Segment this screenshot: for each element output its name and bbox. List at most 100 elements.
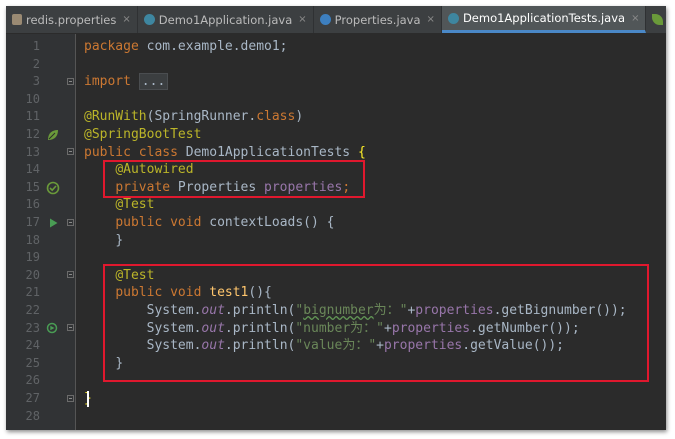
field-name: properties bbox=[383, 338, 463, 354]
line-number: 14 bbox=[25, 162, 40, 177]
code-line-22[interactable]: System.out.println("bignumber为："+propert… bbox=[84, 302, 627, 320]
close-icon[interactable]: × bbox=[122, 14, 130, 25]
java-class-icon bbox=[447, 12, 459, 24]
code-line-17[interactable]: public void contextLoads() { bbox=[84, 214, 334, 232]
tab-redis-properties[interactable]: redis.properties × bbox=[6, 6, 138, 33]
code-line-23[interactable]: System.out.println("number为："+properties… bbox=[84, 320, 580, 338]
code-line-25[interactable]: } bbox=[84, 355, 123, 373]
autowired-dependency-icon[interactable] bbox=[46, 181, 60, 195]
string-literal: 为：" bbox=[373, 303, 408, 318]
line-number: 24 bbox=[25, 338, 40, 353]
tab-demo1application-java[interactable]: Demo1Application.java × bbox=[138, 6, 314, 33]
ide-window: redis.properties × Demo1Application.java… bbox=[6, 6, 666, 430]
close-icon[interactable]: × bbox=[427, 14, 435, 25]
line-number: 10 bbox=[25, 91, 40, 106]
annotation: @Autowired bbox=[115, 162, 194, 178]
line-number: 3 bbox=[32, 74, 40, 89]
fold-toggle-icon[interactable] bbox=[67, 219, 74, 226]
keyword: class bbox=[256, 109, 296, 125]
code-line-21[interactable]: public void test1(){ bbox=[84, 284, 272, 302]
close-icon[interactable]: × bbox=[298, 14, 306, 25]
class-name: Demo1ApplicationTests bbox=[177, 144, 358, 160]
fold-toggle-icon[interactable] bbox=[67, 78, 74, 85]
code-text: System. bbox=[146, 338, 202, 354]
fold-toggle-icon[interactable] bbox=[67, 324, 74, 331]
line-number: 21 bbox=[25, 285, 40, 300]
keyword: void bbox=[170, 285, 202, 301]
code-text: (){ bbox=[248, 285, 272, 301]
line-number: 28 bbox=[25, 408, 40, 423]
keyword: import bbox=[84, 74, 131, 90]
field-name: properties bbox=[264, 179, 343, 195]
code-text: .getBignumber()); bbox=[493, 303, 627, 318]
line-number: 12 bbox=[25, 127, 40, 141]
tab-label: Properties.java bbox=[334, 12, 421, 27]
annotation: @Test bbox=[115, 197, 155, 213]
code-text: } bbox=[115, 232, 124, 248]
code-line-14[interactable]: @Autowired bbox=[84, 161, 194, 179]
text-caret bbox=[87, 391, 89, 407]
line-number-gutter[interactable]: 1 2 3 10 11 12 13 14 15 16 17 18 19 20 2… bbox=[6, 34, 76, 430]
field-name: properties bbox=[415, 303, 494, 318]
run-test-icon[interactable] bbox=[46, 216, 60, 230]
code-line-15[interactable]: private Properties properties; bbox=[84, 179, 350, 197]
spring-bean-icon[interactable] bbox=[46, 128, 60, 142]
code-text: (SpringRunner. bbox=[146, 109, 257, 125]
line-number: 26 bbox=[25, 373, 40, 388]
code-line-13[interactable]: public class Demo1ApplicationTests { bbox=[84, 144, 366, 162]
keyword: public bbox=[115, 215, 163, 230]
code-line-3[interactable]: import ... bbox=[84, 73, 169, 91]
tab-properties-java[interactable]: Properties.java × bbox=[314, 6, 442, 33]
properties-file-icon bbox=[12, 14, 22, 25]
line-number: 20 bbox=[25, 267, 40, 282]
code-text: .println( bbox=[224, 338, 296, 354]
tab-demo1applicationtests-java[interactable]: Demo1ApplicationTests.java × bbox=[441, 6, 647, 33]
code-text: + bbox=[383, 320, 392, 336]
fold-toggle-icon[interactable] bbox=[67, 148, 74, 155]
code-line-24[interactable]: System.out.println("value为："+properties.… bbox=[84, 337, 564, 355]
fold-toggle-icon[interactable] bbox=[67, 395, 74, 402]
folded-imports[interactable]: ... bbox=[138, 73, 169, 91]
method-signature: contextLoads() { bbox=[201, 215, 335, 230]
static-field: out bbox=[201, 320, 225, 336]
line-number: 13 bbox=[25, 144, 40, 159]
line-number: 27 bbox=[25, 391, 40, 405]
code-text: ; bbox=[342, 179, 351, 195]
annotation: @SpringBootTest bbox=[84, 127, 202, 142]
keyword: public bbox=[115, 285, 163, 301]
line-number: 1 bbox=[32, 39, 40, 53]
keyword: private bbox=[115, 179, 171, 195]
run-test-icon[interactable] bbox=[46, 321, 60, 335]
code-line-1[interactable]: package com.example.demo1; bbox=[84, 38, 288, 56]
line-number: 15 bbox=[25, 179, 40, 194]
code-line-18[interactable]: } bbox=[84, 232, 123, 250]
annotation: @RunWith bbox=[84, 109, 147, 125]
code-text: .println( bbox=[224, 320, 296, 336]
method-name: test1 bbox=[209, 285, 249, 301]
tab-application[interactable]: appl bbox=[646, 6, 666, 33]
keyword: void bbox=[170, 215, 202, 230]
editor-tab-bar: redis.properties × Demo1Application.java… bbox=[6, 6, 666, 34]
line-number: 17 bbox=[25, 215, 40, 229]
line-number: 25 bbox=[25, 355, 40, 370]
matched-brace: { bbox=[357, 144, 366, 160]
tab-label: Demo1ApplicationTests.java bbox=[462, 11, 626, 25]
fold-toggle-icon[interactable] bbox=[67, 271, 74, 278]
field-name: properties bbox=[391, 320, 471, 336]
code-line-20[interactable]: @Test bbox=[84, 267, 154, 285]
keyword: package bbox=[84, 39, 139, 54]
string-literal: "value为：" bbox=[295, 338, 377, 354]
code-text: .getValue()); bbox=[462, 338, 565, 354]
code-text: + bbox=[376, 338, 384, 354]
code-text: .println( bbox=[224, 303, 296, 318]
line-number: 2 bbox=[32, 56, 40, 71]
code-editor[interactable]: package com.example.demo1; import ... @R… bbox=[76, 34, 666, 430]
code-line-12[interactable]: @SpringBootTest bbox=[84, 126, 201, 144]
string-literal: "number为：" bbox=[295, 320, 384, 336]
code-line-11[interactable]: @RunWith(SpringRunner.class) bbox=[84, 108, 303, 126]
code-line-16[interactable]: @Test bbox=[84, 196, 154, 214]
java-class-icon bbox=[319, 14, 331, 25]
close-icon[interactable]: × bbox=[631, 13, 639, 24]
static-field: out bbox=[201, 303, 225, 318]
code-text: System. bbox=[146, 303, 202, 318]
